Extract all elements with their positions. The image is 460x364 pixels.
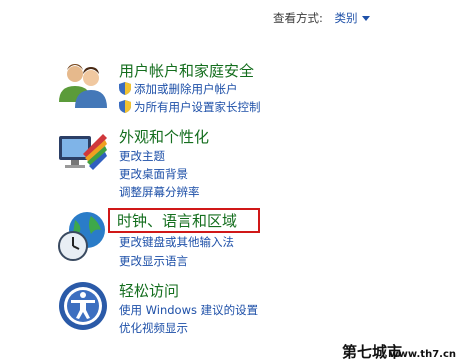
- uac-shield-icon: [119, 100, 131, 113]
- category-title[interactable]: 外观和个性化: [119, 126, 209, 147]
- appearance-icon: [59, 134, 107, 170]
- watermark-url: www.th7.cn: [389, 349, 456, 360]
- watermark: 第七城市 www.th7.cn: [310, 342, 460, 364]
- link-add-remove-accounts[interactable]: 添加或删除用户帐户: [119, 81, 238, 97]
- category-title[interactable]: 轻松访问: [119, 280, 179, 301]
- view-by-label: 查看方式:: [273, 11, 323, 25]
- link-windows-suggested-settings[interactable]: 使用 Windows 建议的设置: [119, 302, 258, 318]
- link-adjust-resolution[interactable]: 调整屏幕分辨率: [119, 184, 200, 200]
- uac-shield-icon: [119, 82, 131, 95]
- link-change-display-language[interactable]: 更改显示语言: [119, 253, 188, 269]
- link-change-keyboard[interactable]: 更改键盘或其他输入法: [119, 234, 234, 250]
- link-change-desktop-background[interactable]: 更改桌面背景: [119, 166, 188, 182]
- link-parental-controls[interactable]: 为所有用户设置家长控制: [119, 99, 261, 115]
- category-title[interactable]: 用户帐户和家庭安全: [119, 60, 254, 81]
- link-optimize-visual-display[interactable]: 优化视频显示: [119, 320, 188, 336]
- view-by-value: 类别: [334, 11, 358, 25]
- chevron-down-icon: [361, 16, 370, 21]
- ease-of-access-icon: [59, 282, 107, 330]
- view-by: 查看方式: 类别: [273, 10, 370, 26]
- link-change-theme[interactable]: 更改主题: [119, 148, 165, 164]
- view-by-dropdown[interactable]: 类别: [335, 11, 370, 25]
- clock-globe-icon: [58, 212, 105, 261]
- highlight-box: [108, 208, 260, 233]
- users-icon: [59, 64, 107, 108]
